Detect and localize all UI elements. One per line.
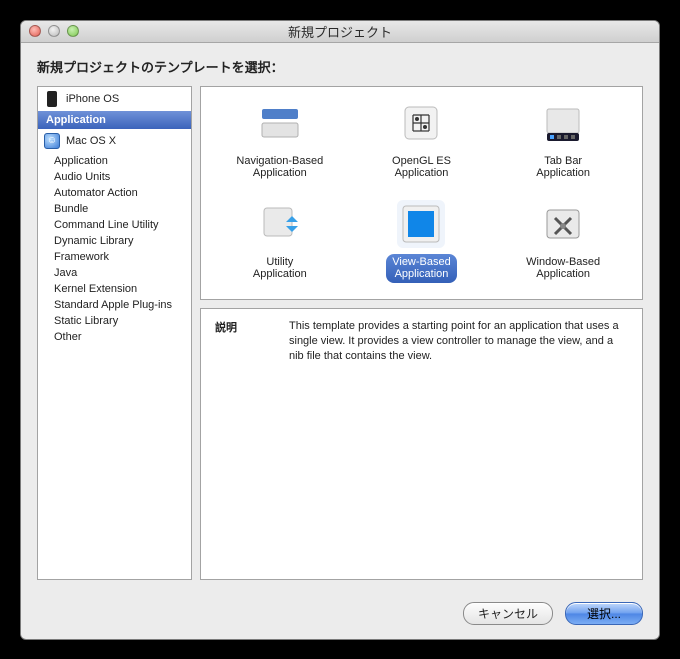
description-box: 説明 This template provides a starting poi… — [200, 308, 643, 579]
sidebar-item[interactable]: Command Line Utility — [38, 217, 191, 233]
sidebar-item[interactable]: Automator Action — [38, 185, 191, 201]
tabbar-template-icon — [539, 99, 587, 147]
sidebar-section-ios[interactable]: iPhone OS — [38, 87, 191, 111]
template-item[interactable]: View-Based Application — [361, 200, 481, 283]
description-label: 説明 — [215, 319, 259, 568]
new-project-dialog: 新規プロジェクト 新規プロジェクトのテンプレートを選択： iPhone OS A… — [20, 20, 660, 640]
choose-button[interactable]: 選択... — [565, 602, 643, 625]
template-label: OpenGL ES Application — [386, 153, 457, 182]
template-label: Navigation-Based Application — [230, 153, 329, 182]
sidebar-item[interactable]: Static Library — [38, 313, 191, 329]
opengl-template-icon — [397, 99, 445, 147]
split-pane: iPhone OS Application ☺ Mac OS X Applica… — [37, 86, 643, 580]
utility-template-icon — [256, 200, 304, 248]
sidebar-section-macosx[interactable]: ☺ Mac OS X — [38, 129, 191, 153]
template-item[interactable]: Navigation-Based Application — [220, 99, 340, 182]
titlebar: 新規プロジェクト — [21, 21, 659, 43]
sidebar-item[interactable]: Kernel Extension — [38, 281, 191, 297]
category-sidebar[interactable]: iPhone OS Application ☺ Mac OS X Applica… — [37, 86, 192, 580]
template-item[interactable]: Utility Application — [220, 200, 340, 283]
template-label: View-Based Application — [386, 254, 457, 283]
sidebar-item[interactable]: Bundle — [38, 201, 191, 217]
dialog-footer: キャンセル 選択... — [21, 592, 659, 639]
right-pane: Navigation-Based Application OpenGL ES Ap… — [200, 86, 643, 580]
template-label: Window-Based Application — [520, 254, 606, 283]
sidebar-item[interactable]: Framework — [38, 249, 191, 265]
page-heading: 新規プロジェクトのテンプレートを選択： — [37, 57, 643, 76]
view-template-icon — [397, 200, 445, 248]
description-text: This template provides a starting point … — [289, 319, 628, 568]
sidebar-item[interactable]: Standard Apple Plug-ins — [38, 297, 191, 313]
iphone-icon — [44, 91, 60, 107]
sidebar-item[interactable]: Java — [38, 265, 191, 281]
finder-icon: ☺ — [44, 133, 60, 149]
template-label: Utility Application — [247, 254, 313, 283]
content-area: 新規プロジェクトのテンプレートを選択： iPhone OS Applicatio… — [21, 43, 659, 592]
template-grid: Navigation-Based Application OpenGL ES Ap… — [200, 86, 643, 301]
sidebar-item-ios-application[interactable]: Application — [38, 111, 191, 129]
sidebar-item[interactable]: Dynamic Library — [38, 233, 191, 249]
window-template-icon — [539, 200, 587, 248]
template-item[interactable]: Window-Based Application — [503, 200, 623, 283]
template-item[interactable]: Tab Bar Application — [503, 99, 623, 182]
window-title: 新規プロジェクト — [21, 22, 659, 41]
cancel-button[interactable]: キャンセル — [463, 602, 553, 625]
sidebar-section-label: Mac OS X — [66, 135, 116, 147]
sidebar-item[interactable]: Other — [38, 329, 191, 345]
template-label: Tab Bar Application — [530, 153, 596, 182]
sidebar-item[interactable]: Application — [38, 153, 191, 169]
nav-template-icon — [256, 99, 304, 147]
sidebar-section-label: iPhone OS — [66, 93, 119, 105]
template-item[interactable]: OpenGL ES Application — [361, 99, 481, 182]
sidebar-item[interactable]: Audio Units — [38, 169, 191, 185]
